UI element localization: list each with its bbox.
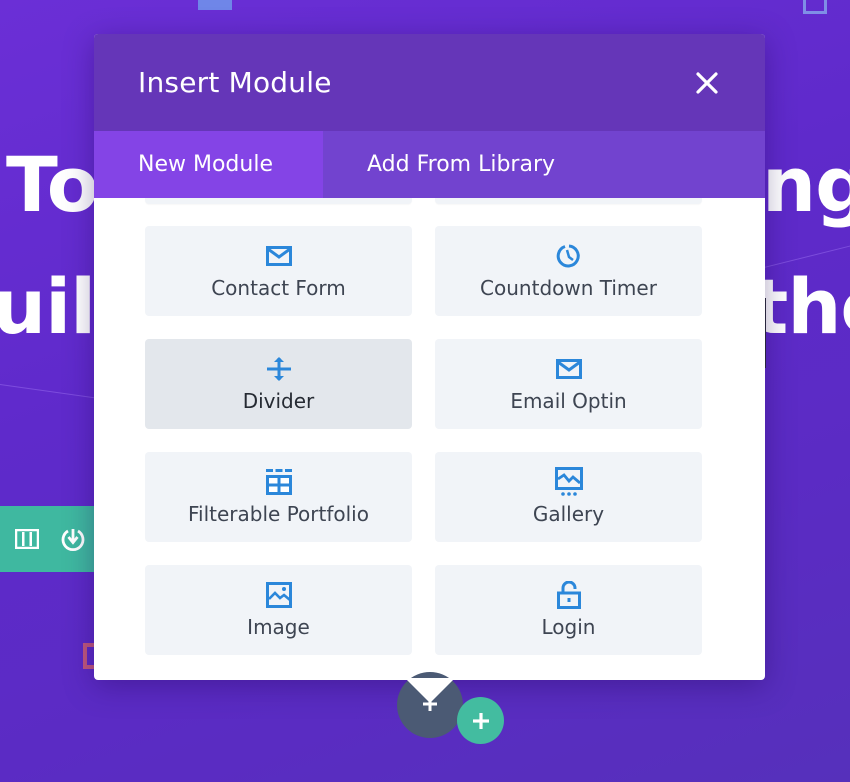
module-divider[interactable]: Divider [145, 339, 412, 429]
insert-module-modal: Insert Module New Module Add From Librar… [94, 34, 765, 680]
module-label: Countdown Timer [480, 276, 657, 300]
module-item-partial[interactable] [145, 198, 412, 204]
hero-heading-fragment: nge [762, 140, 850, 229]
plus-icon [472, 712, 489, 729]
modal-header: Insert Module [94, 34, 765, 131]
gallery-icon [554, 467, 583, 496]
module-label: Contact Form [211, 276, 346, 300]
hero-heading-fragment: uil [0, 262, 96, 351]
hero-heading-fragment: To [6, 140, 99, 229]
hero-heading-fragment: the [752, 262, 850, 351]
module-login[interactable]: Login [435, 565, 702, 655]
close-icon [696, 71, 718, 94]
close-button[interactable] [693, 69, 721, 97]
plus-icon [420, 694, 440, 714]
module-label: Image [247, 615, 310, 639]
modal-tabs: New Module Add From Library [94, 131, 765, 198]
module-item-partial[interactable] [435, 198, 702, 204]
envelope-icon [265, 242, 293, 270]
tab-add-from-library[interactable]: Add From Library [323, 131, 599, 198]
filterable-portfolio-icon [265, 468, 293, 496]
image-icon [265, 581, 293, 609]
module-list[interactable]: Contact Form Countdown Timer Divider Ema… [94, 198, 765, 655]
columns-icon[interactable] [14, 526, 40, 552]
decorative-shape [198, 0, 232, 10]
module-label: Gallery [532, 502, 605, 526]
add-row-button[interactable] [457, 697, 504, 744]
divider-icon [265, 355, 293, 383]
module-email-optin[interactable]: Email Optin [435, 339, 702, 429]
module-image[interactable]: Image [145, 565, 412, 655]
timer-icon [555, 242, 583, 270]
module-contact-form[interactable]: Contact Form [145, 226, 412, 316]
envelope-icon [555, 355, 583, 383]
module-gallery[interactable]: Gallery [435, 452, 702, 542]
row-settings-toolbar [0, 506, 96, 572]
module-label: Divider [242, 389, 315, 413]
unlock-icon [555, 581, 583, 609]
module-countdown-timer[interactable]: Countdown Timer [435, 226, 702, 316]
decorative-square [803, 0, 827, 14]
tab-new-module[interactable]: New Module [94, 131, 323, 198]
module-row-partial [145, 198, 714, 204]
save-download-icon[interactable] [60, 526, 86, 552]
module-label: Filterable Portfolio [188, 502, 369, 526]
modal-title: Insert Module [138, 66, 332, 99]
module-filterable-portfolio[interactable]: Filterable Portfolio [145, 452, 412, 542]
module-label: Login [541, 615, 596, 639]
module-label: Email Optin [510, 389, 627, 413]
